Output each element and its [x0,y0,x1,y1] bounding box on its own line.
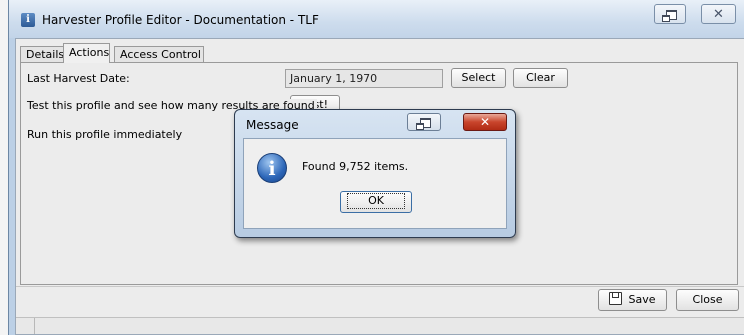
close-icon: ✕ [713,7,724,22]
save-icon [609,292,623,305]
close-button[interactable]: Close [676,289,739,311]
dialog-restore-button[interactable] [407,113,441,131]
ok-button-label: OK [347,193,405,209]
app-icon: i [21,13,35,27]
clear-date-button[interactable]: Clear [513,68,568,88]
tab-access-control[interactable]: Access Control [114,46,204,62]
restore-icon [416,118,431,130]
save-button[interactable]: Save [598,289,667,311]
save-button-label: Save [628,293,656,306]
run-profile-label: Run this profile immediately [27,128,183,141]
tab-details[interactable]: Details [20,46,64,62]
close-window-button[interactable]: ✕ [701,4,736,24]
window-title: Harvester Profile Editor - Documentation… [42,13,319,27]
select-date-button[interactable]: Select [451,68,506,88]
dialog-message: Found 9,752 items. [302,160,409,173]
dialog-close-button[interactable]: ✕ [463,113,507,131]
restore-button[interactable] [654,4,686,24]
last-harvest-date-field[interactable]: January 1, 1970 [285,69,443,88]
ok-button[interactable]: OK [340,191,412,213]
status-bar [16,317,744,334]
info-icon: i [257,153,287,183]
dialog-body: i Found 9,752 items. OK [243,138,507,229]
footer-divider [16,286,744,287]
title-bar[interactable]: i Harvester Profile Editor - Documentati… [9,0,744,38]
message-dialog: Message ✕ i Found 9,752 items. OK [234,109,516,238]
restore-icon [662,10,677,22]
dialog-title: Message [246,118,299,132]
last-harvest-label: Last Harvest Date: [27,72,130,85]
status-bar-divider [34,318,35,334]
tab-actions[interactable]: Actions [63,43,110,63]
